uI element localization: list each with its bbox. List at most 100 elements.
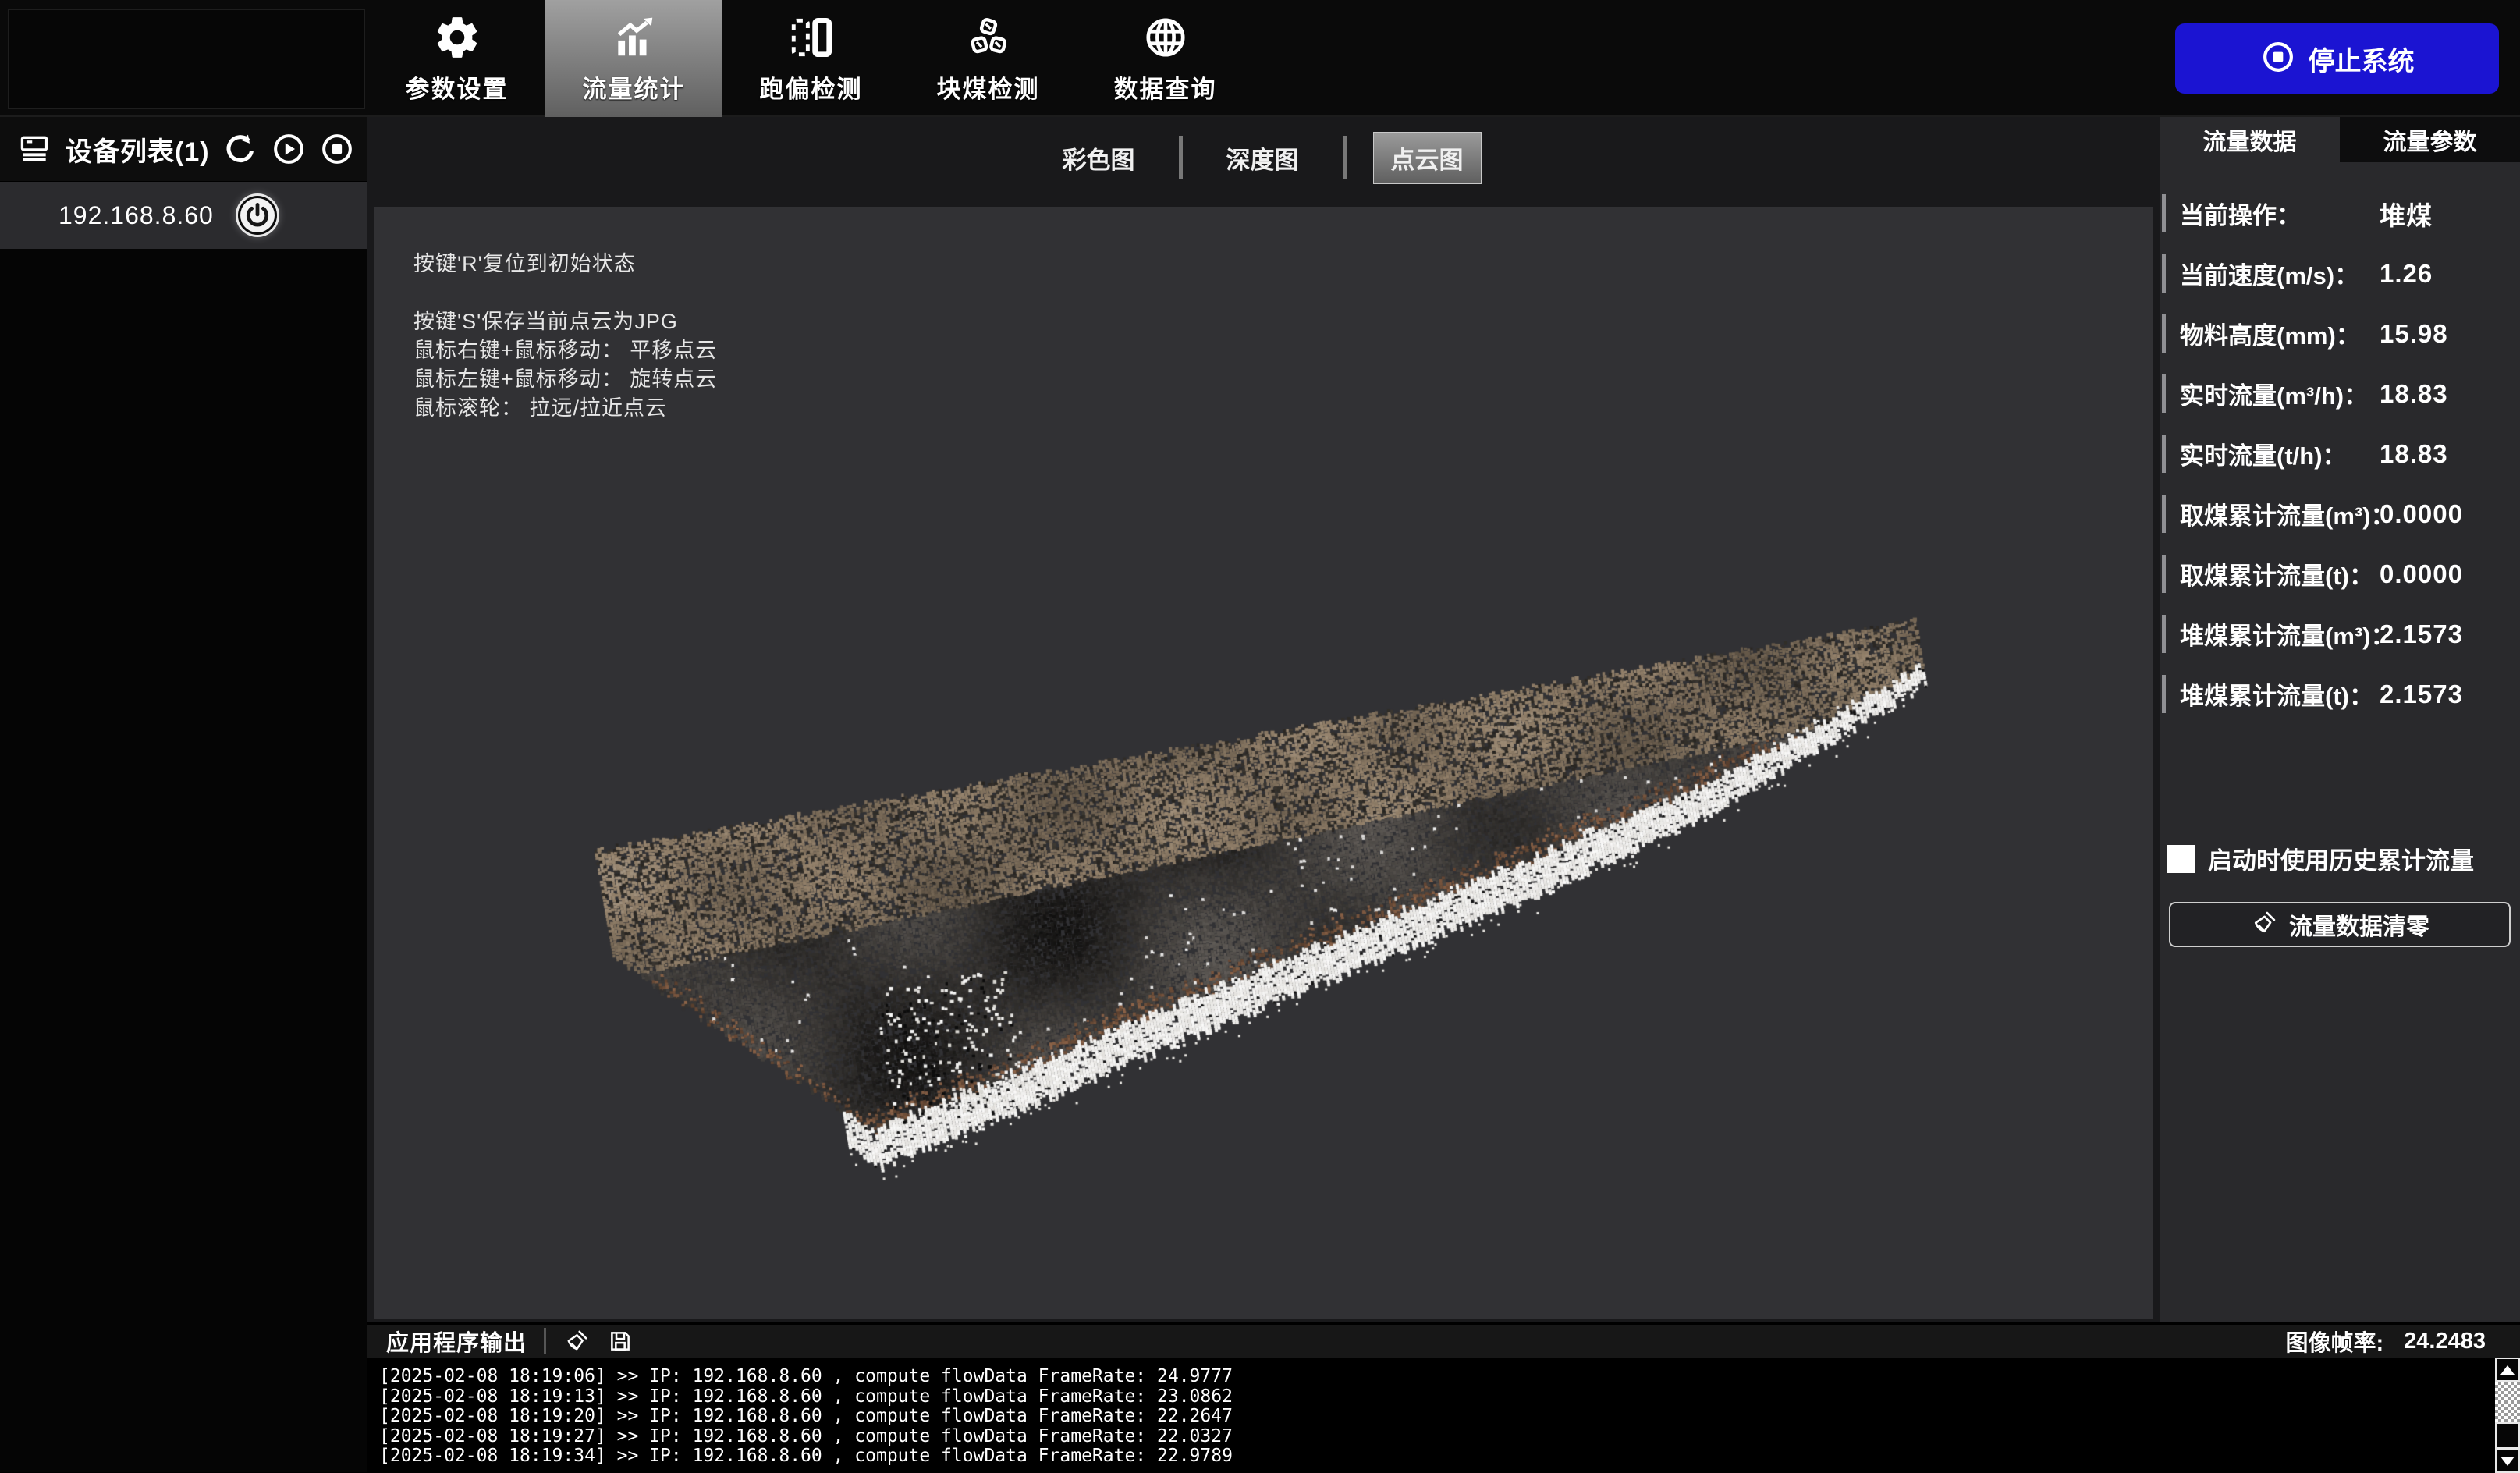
log-line: [2025-02-08 18:19:27] >> IP: 192.168.8.6… [379, 1427, 2493, 1447]
top-bar: 参数设置 流量统计 跑偏检测 块煤检测 数据查询 停止系统 [0, 0, 2520, 117]
toolbar-tab-3[interactable]: 块煤检测 [900, 0, 1077, 117]
toolbar-tab-label: 流量统计 [583, 69, 686, 105]
flow-row-value: 2.1573 [2380, 680, 2463, 709]
row-marker [2162, 555, 2166, 593]
log-scrollbar[interactable] [2495, 1358, 2520, 1472]
scrollbar-track[interactable] [2495, 1382, 2520, 1422]
flow-row-value: 堆煤 [2380, 195, 2433, 232]
flow-panel-tabs: 流量数据流量参数 [2160, 117, 2520, 162]
broom-icon [2250, 909, 2278, 941]
flow-data-row: 取煤累计流量(m³)：0.0000 [2160, 484, 2520, 544]
flow-data-row: 实时流量(t/h)： 18.83 [2160, 424, 2520, 484]
toolbar-tab-1[interactable]: 流量统计 [545, 0, 722, 117]
main-view: 彩色图 深度图 点云图 按键'R'复位到初始状态按键'S'保存当前点云为JPG鼠标右… [367, 117, 2160, 1322]
flow-row-label: 物料高度(mm)： [2180, 316, 2360, 351]
clear-flow-data-label: 流量数据清零 [2289, 907, 2429, 942]
flow-data-row: 堆煤累计流量(t)：2.1573 [2160, 664, 2520, 724]
flow-row-value: 0.0000 [2380, 499, 2463, 529]
scrollbar-thumb[interactable] [2495, 1422, 2520, 1449]
instruction-line: 按键'R'复位到初始状态 [413, 250, 717, 279]
flow-row-value: 18.83 [2380, 439, 2448, 469]
history-flow-checkbox-row[interactable]: 启动时使用历史累计流量 [2167, 841, 2474, 876]
output-panel: 应用程序输出 图像帧率: 24.2483 [2025-02-08 18:19:0… [367, 1322, 2520, 1472]
view-tab-2[interactable]: 点云图 [1373, 132, 1482, 184]
flow-panel-tab-1[interactable]: 流量参数 [2340, 117, 2520, 162]
toolbar: 参数设置 流量统计 跑偏检测 块煤检测 数据查询 [368, 0, 1254, 117]
instruction-line: 按键'S'保存当前点云为JPG [413, 307, 717, 336]
topbar-empty-panel [8, 9, 365, 109]
log-line: [2025-02-08 18:19:34] >> IP: 192.168.8.6… [379, 1446, 2493, 1467]
output-title: 应用程序输出 [386, 1325, 527, 1358]
instruction-line: 鼠标左键+鼠标移动： 旋转点云 [413, 365, 717, 394]
flow-row-label: 实时流量(t/h)： [2180, 436, 2347, 471]
deviation-icon [787, 13, 836, 62]
row-marker [2162, 194, 2166, 232]
flow-data-row: 当前速度(m/s)：1.26 [2160, 243, 2520, 303]
scroll-down-icon[interactable] [2495, 1449, 2520, 1473]
scroll-up-icon[interactable] [2495, 1358, 2520, 1382]
start-all-icon[interactable] [271, 131, 307, 167]
flow-data-row: 取煤累计流量(t)：0.0000 [2160, 544, 2520, 604]
toolbar-tab-label: 跑偏检测 [760, 69, 863, 105]
toolbar-tab-label: 块煤检测 [937, 69, 1040, 105]
stop-system-button[interactable]: 停止系统 [2175, 23, 2499, 94]
history-flow-label: 启动时使用历史累计流量 [2208, 841, 2474, 876]
save-log-icon[interactable] [607, 1328, 634, 1354]
flow-data-row: 实时流量(m³/h)：18.83 [2160, 364, 2520, 424]
row-marker [2162, 374, 2166, 413]
row-marker [2162, 675, 2166, 713]
view-tab-1[interactable]: 深度图 [1209, 133, 1316, 183]
flow-data-row: 物料高度(mm)： 15.98 [2160, 303, 2520, 364]
toolbar-tab-4[interactable]: 数据查询 [1077, 0, 1254, 117]
view-tab-0[interactable]: 彩色图 [1045, 133, 1152, 183]
device-list-header: 设备列表(1) [0, 117, 367, 182]
instruction-line: 鼠标右键+鼠标移动： 平移点云 [413, 336, 717, 365]
pointcloud-viewer[interactable]: 按键'R'复位到初始状态按键'S'保存当前点云为JPG鼠标右键+鼠标移动： 平移… [374, 207, 2153, 1319]
flow-row-label: 堆煤累计流量(t)： [2180, 676, 2373, 712]
row-marker [2162, 435, 2166, 473]
clear-log-broom-icon[interactable] [563, 1328, 590, 1354]
flow-row-value: 2.1573 [2380, 619, 2463, 649]
device-sidebar: 设备列表(1) 192.168.8.60 [0, 117, 367, 1472]
device-list-title: 设备列表(1) [66, 130, 210, 169]
framerate-readout: 图像帧率: 24.2483 [2286, 1325, 2486, 1358]
flow-row-label: 堆煤累计流量(m³)： [2180, 616, 2395, 651]
refresh-devices-icon[interactable] [222, 131, 258, 167]
toolbar-tab-label: 数据查询 [1114, 69, 1217, 105]
instruction-line: 鼠标滚轮： 拉远/拉近点云 [413, 394, 717, 423]
row-marker [2162, 254, 2166, 293]
power-icon[interactable] [240, 198, 275, 232]
row-marker [2162, 314, 2166, 353]
framerate-label: 图像帧率: [2286, 1325, 2384, 1358]
toolbar-tab-2[interactable]: 跑偏检测 [722, 0, 900, 117]
flow-panel: 流量数据流量参数 当前操作： 堆煤当前速度(m/s)：1.26 物料高度(mm)： 1… [2160, 117, 2520, 1322]
tab-separator [1179, 136, 1183, 179]
flow-row-value: 1.26 [2380, 259, 2433, 289]
header-divider [544, 1328, 546, 1354]
globe-icon [1141, 13, 1190, 62]
device-list-icon [17, 132, 51, 166]
log-line: [2025-02-08 18:19:13] >> IP: 192.168.8.6… [379, 1387, 2493, 1407]
flow-row-value: 15.98 [2380, 319, 2448, 349]
device-row[interactable]: 192.168.8.60 [0, 182, 367, 249]
instruction-line [413, 279, 717, 307]
flow-panel-tab-0[interactable]: 流量数据 [2160, 117, 2340, 162]
stop-circle-icon [2260, 39, 2296, 79]
log-line: [2025-02-08 18:19:20] >> IP: 192.168.8.6… [379, 1407, 2493, 1427]
flow-row-label: 当前操作： [2180, 196, 2301, 231]
framerate-value: 24.2483 [2404, 1329, 2486, 1354]
clear-flow-data-button[interactable]: 流量数据清零 [2169, 902, 2511, 947]
gear-icon [433, 13, 481, 62]
stop-all-icon[interactable] [319, 131, 355, 167]
coal-icon [964, 13, 1013, 62]
view-mode-tabs: 彩色图 深度图 点云图 [367, 134, 2160, 181]
log-output[interactable]: [2025-02-08 18:19:06] >> IP: 192.168.8.6… [367, 1358, 2493, 1472]
history-flow-checkbox[interactable] [2167, 845, 2195, 873]
flow-data-row: 当前操作： 堆煤 [2160, 183, 2520, 243]
toolbar-tab-0[interactable]: 参数设置 [368, 0, 545, 117]
toolbar-tab-label: 参数设置 [406, 69, 509, 105]
device-ip: 192.168.8.60 [59, 201, 214, 230]
flow-row-value: 18.83 [2380, 379, 2448, 409]
output-header: 应用程序输出 图像帧率: 24.2483 [367, 1325, 2520, 1358]
flow-row-label: 取煤累计流量(t)： [2180, 556, 2373, 591]
